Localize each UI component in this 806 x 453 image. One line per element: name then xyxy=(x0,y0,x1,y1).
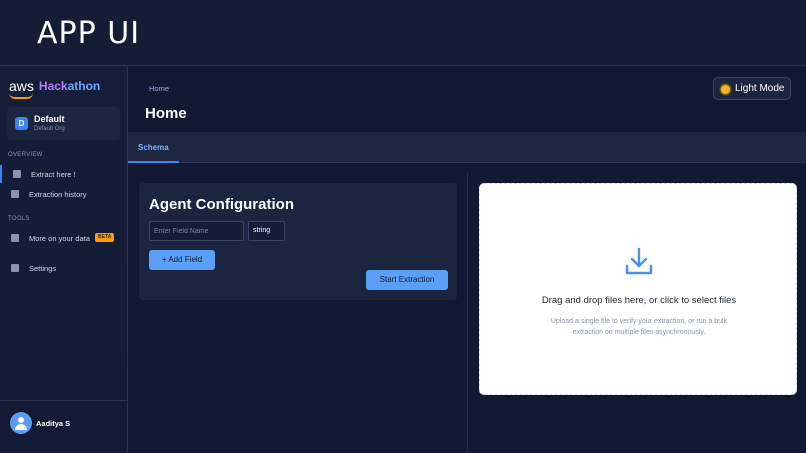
sun-icon xyxy=(721,85,730,94)
section-label-tools: TOOLS xyxy=(8,216,30,222)
sidebar: aws Hackathon D Default Default Org OVER… xyxy=(0,66,128,453)
top-banner: APP UI xyxy=(0,0,806,66)
add-field-button[interactable]: + Add Field xyxy=(149,250,215,270)
agent-configuration-card: Agent Configuration string + Add Field S… xyxy=(139,183,457,300)
tab-bar: Schema xyxy=(128,132,806,163)
brand-logo: aws Hackathon xyxy=(9,79,100,99)
tab-schema-label: Schema xyxy=(138,143,169,152)
brand-name-part-b: athon xyxy=(67,79,101,93)
start-extraction-button[interactable]: Start Extraction xyxy=(366,270,448,290)
user-icon-head xyxy=(18,417,24,423)
sidebar-item-label: More on your data xyxy=(29,233,90,243)
aws-logo: aws xyxy=(9,78,34,99)
user-icon-body xyxy=(15,424,27,430)
panel-divider xyxy=(467,172,468,453)
light-mode-toggle[interactable]: Light Mode xyxy=(713,77,791,100)
extract-icon xyxy=(13,170,21,178)
sidebar-item-label: Extract here ! xyxy=(31,169,76,179)
sidebar-item-label: Settings xyxy=(29,263,57,273)
download-icon xyxy=(625,247,653,275)
section-label-overview: OVERVIEW xyxy=(8,152,43,158)
page-title: Home xyxy=(145,105,187,122)
avatar xyxy=(10,412,32,434)
org-switcher[interactable]: D Default Default Org xyxy=(7,107,120,140)
file-dropzone[interactable]: Drag and drop files here, or click to se… xyxy=(479,183,797,395)
settings-icon xyxy=(11,264,19,272)
agent-configuration-title: Agent Configuration xyxy=(149,196,294,213)
dropzone-subtitle: Upload a single file to verify your extr… xyxy=(550,318,728,336)
breadcrumb[interactable]: Home xyxy=(149,84,169,93)
history-icon xyxy=(11,190,19,198)
field-name-input[interactable] xyxy=(149,221,244,241)
dropzone-title: Drag and drop files here, or click to se… xyxy=(541,295,737,306)
banner-title: APP UI xyxy=(37,16,141,51)
main-panel: Home Home Light Mode Schema Agent Config… xyxy=(128,66,806,453)
field-type-select[interactable]: string xyxy=(248,221,285,241)
content-area: Agent Configuration string + Add Field S… xyxy=(128,172,806,453)
sidebar-item-label: Extraction history xyxy=(29,189,87,199)
user-name: Aaditya S xyxy=(36,419,71,428)
user-profile[interactable]: Aaditya S xyxy=(0,400,127,453)
org-badge: D xyxy=(15,117,28,130)
brand-name-part-a: Hack xyxy=(38,79,68,93)
sidebar-item-settings[interactable]: Settings xyxy=(0,259,127,277)
org-name: Default xyxy=(34,114,65,124)
brand-name: Hackathon xyxy=(39,79,100,93)
light-mode-label: Light Mode xyxy=(735,83,785,94)
aws-logo-text: aws xyxy=(9,78,34,94)
aws-smile-icon xyxy=(9,93,33,99)
beta-badge: BETA xyxy=(95,233,115,242)
org-subtitle: Default Org xyxy=(34,126,65,132)
data-icon xyxy=(11,234,19,242)
tab-schema[interactable]: Schema xyxy=(128,132,179,163)
sidebar-item-more-data[interactable]: More on your data BETA xyxy=(0,229,127,247)
sidebar-item-extraction-history[interactable]: Extraction history xyxy=(0,185,127,203)
sidebar-item-extract[interactable]: Extract here ! xyxy=(0,165,127,183)
